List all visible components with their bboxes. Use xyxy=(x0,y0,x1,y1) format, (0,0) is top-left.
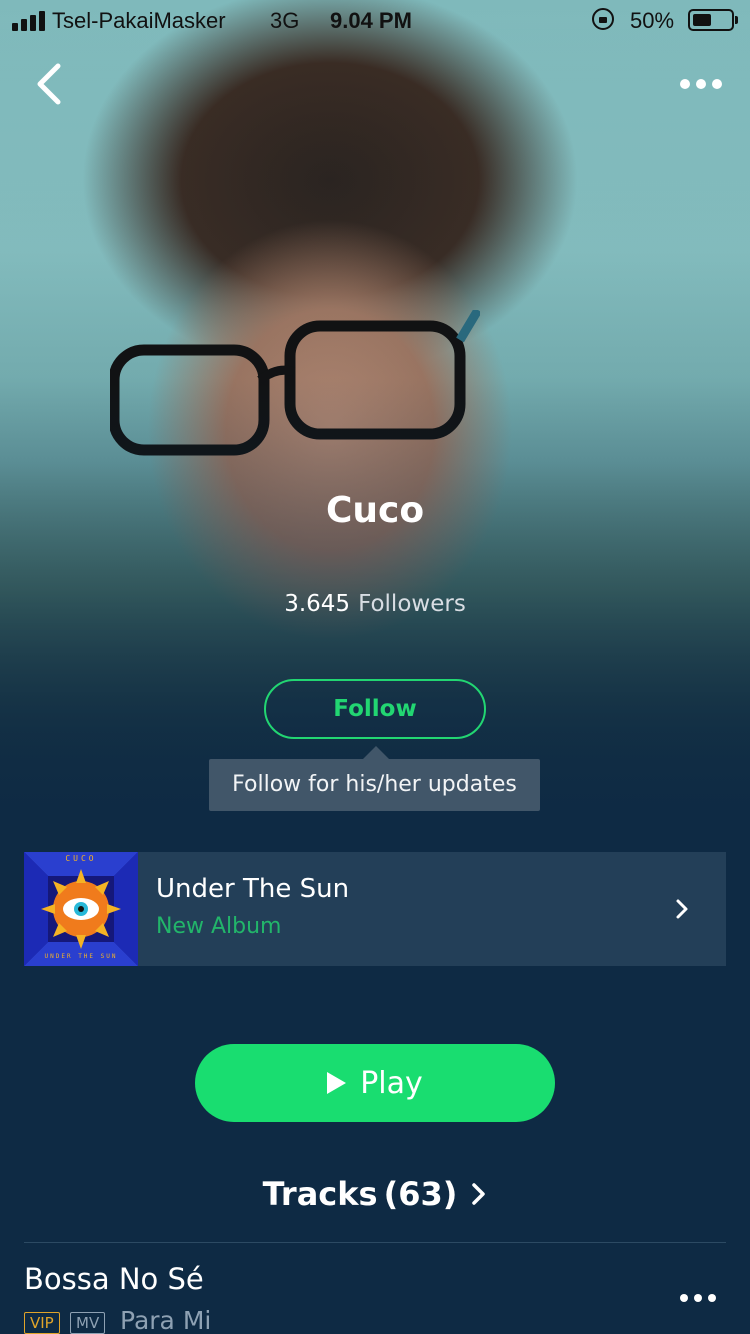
clock: 9.04 PM xyxy=(330,8,412,33)
chevron-left-icon xyxy=(37,63,61,105)
followers-number: 3.645 xyxy=(284,591,351,617)
battery-percent: 50% xyxy=(630,8,675,33)
album-art-top-text: CUCO xyxy=(65,854,97,863)
track-title: Bossa No Sé xyxy=(24,1262,204,1296)
battery-tip xyxy=(735,16,738,24)
mv-badge[interactable]: MV xyxy=(70,1312,106,1334)
more-options-button[interactable] xyxy=(676,72,726,96)
album-art-bottom-text: UNDER THE SUN xyxy=(44,953,118,960)
more-dot xyxy=(712,79,722,89)
followers-label: Followers xyxy=(358,591,466,617)
album-cover-art xyxy=(24,852,138,966)
tracks-label: Tracks xyxy=(262,1175,378,1213)
rotation-lock-icon xyxy=(592,8,614,30)
tracks-header[interactable]: Tracks (63) xyxy=(0,1175,750,1213)
vip-badge: VIP xyxy=(24,1312,60,1334)
track-subtitle: Para Mi xyxy=(120,1306,212,1334)
artist-name: Cuco xyxy=(325,490,425,531)
follow-tooltip: Follow for his/her updates xyxy=(209,759,540,811)
album-cover: CUCO UNDER THE SUN xyxy=(24,852,138,966)
tracks-count: (63) xyxy=(383,1175,458,1213)
play-icon xyxy=(327,1072,347,1094)
chevron-right-icon xyxy=(472,1183,486,1205)
battery-icon xyxy=(688,9,734,31)
follow-button[interactable]: Follow xyxy=(264,679,486,739)
play-button[interactable]: Play xyxy=(195,1044,555,1122)
more-dot xyxy=(694,1294,702,1302)
followers-count: 3.645 Followers xyxy=(0,591,750,617)
tooltip-arrow xyxy=(363,746,389,759)
track-more-button[interactable] xyxy=(680,1294,716,1302)
signal-icon xyxy=(12,11,45,31)
more-dot xyxy=(696,79,706,89)
artist-photo-glasses xyxy=(110,310,480,456)
divider xyxy=(24,1242,726,1243)
more-dot xyxy=(708,1294,716,1302)
status-bar: Tsel-PakaiMasker 3G 9.04 PM 50% xyxy=(0,0,750,40)
album-title: Under The Sun xyxy=(156,874,350,904)
new-album-card[interactable]: CUCO UNDER THE SUN Under The Sun New Alb… xyxy=(24,852,726,966)
chevron-right-icon xyxy=(676,899,688,919)
play-label: Play xyxy=(360,1065,423,1101)
back-button[interactable] xyxy=(28,62,72,106)
network-type: 3G xyxy=(270,8,300,33)
more-dots-icon xyxy=(680,79,690,89)
album-subtitle: New Album xyxy=(156,914,282,939)
carrier-name: Tsel-PakaiMasker xyxy=(52,8,226,33)
more-dots-icon xyxy=(680,1294,688,1302)
